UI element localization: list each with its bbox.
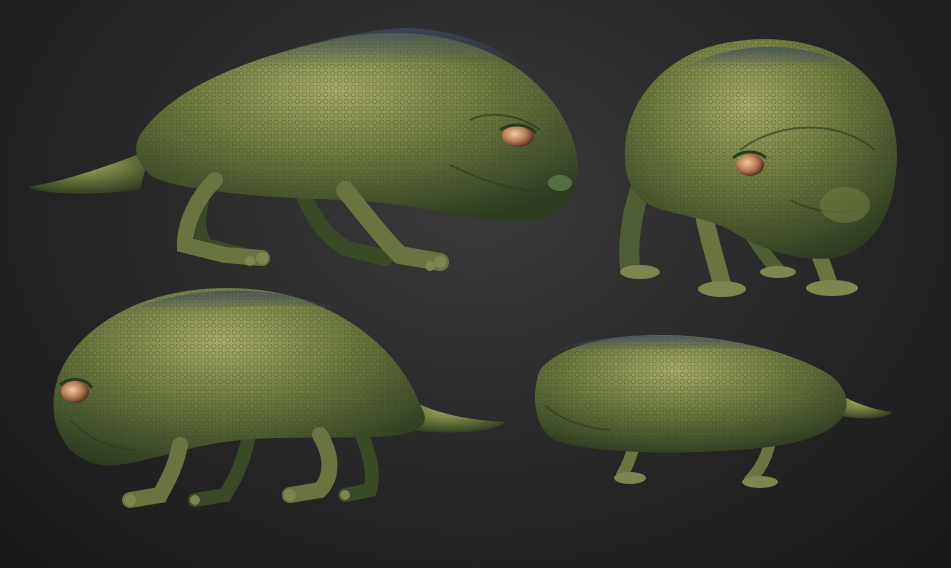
creature-rear-view-bottom-right [535, 335, 892, 488]
creature-side-view-bottom-left [53, 288, 505, 508]
eye-icon [736, 154, 764, 176]
creature-render-svg [28, 28, 897, 508]
creature-side-view-top-left [28, 28, 579, 271]
creature-front-view-top-right [619, 39, 897, 297]
eye-icon [61, 381, 89, 403]
render-viewport [0, 0, 951, 568]
